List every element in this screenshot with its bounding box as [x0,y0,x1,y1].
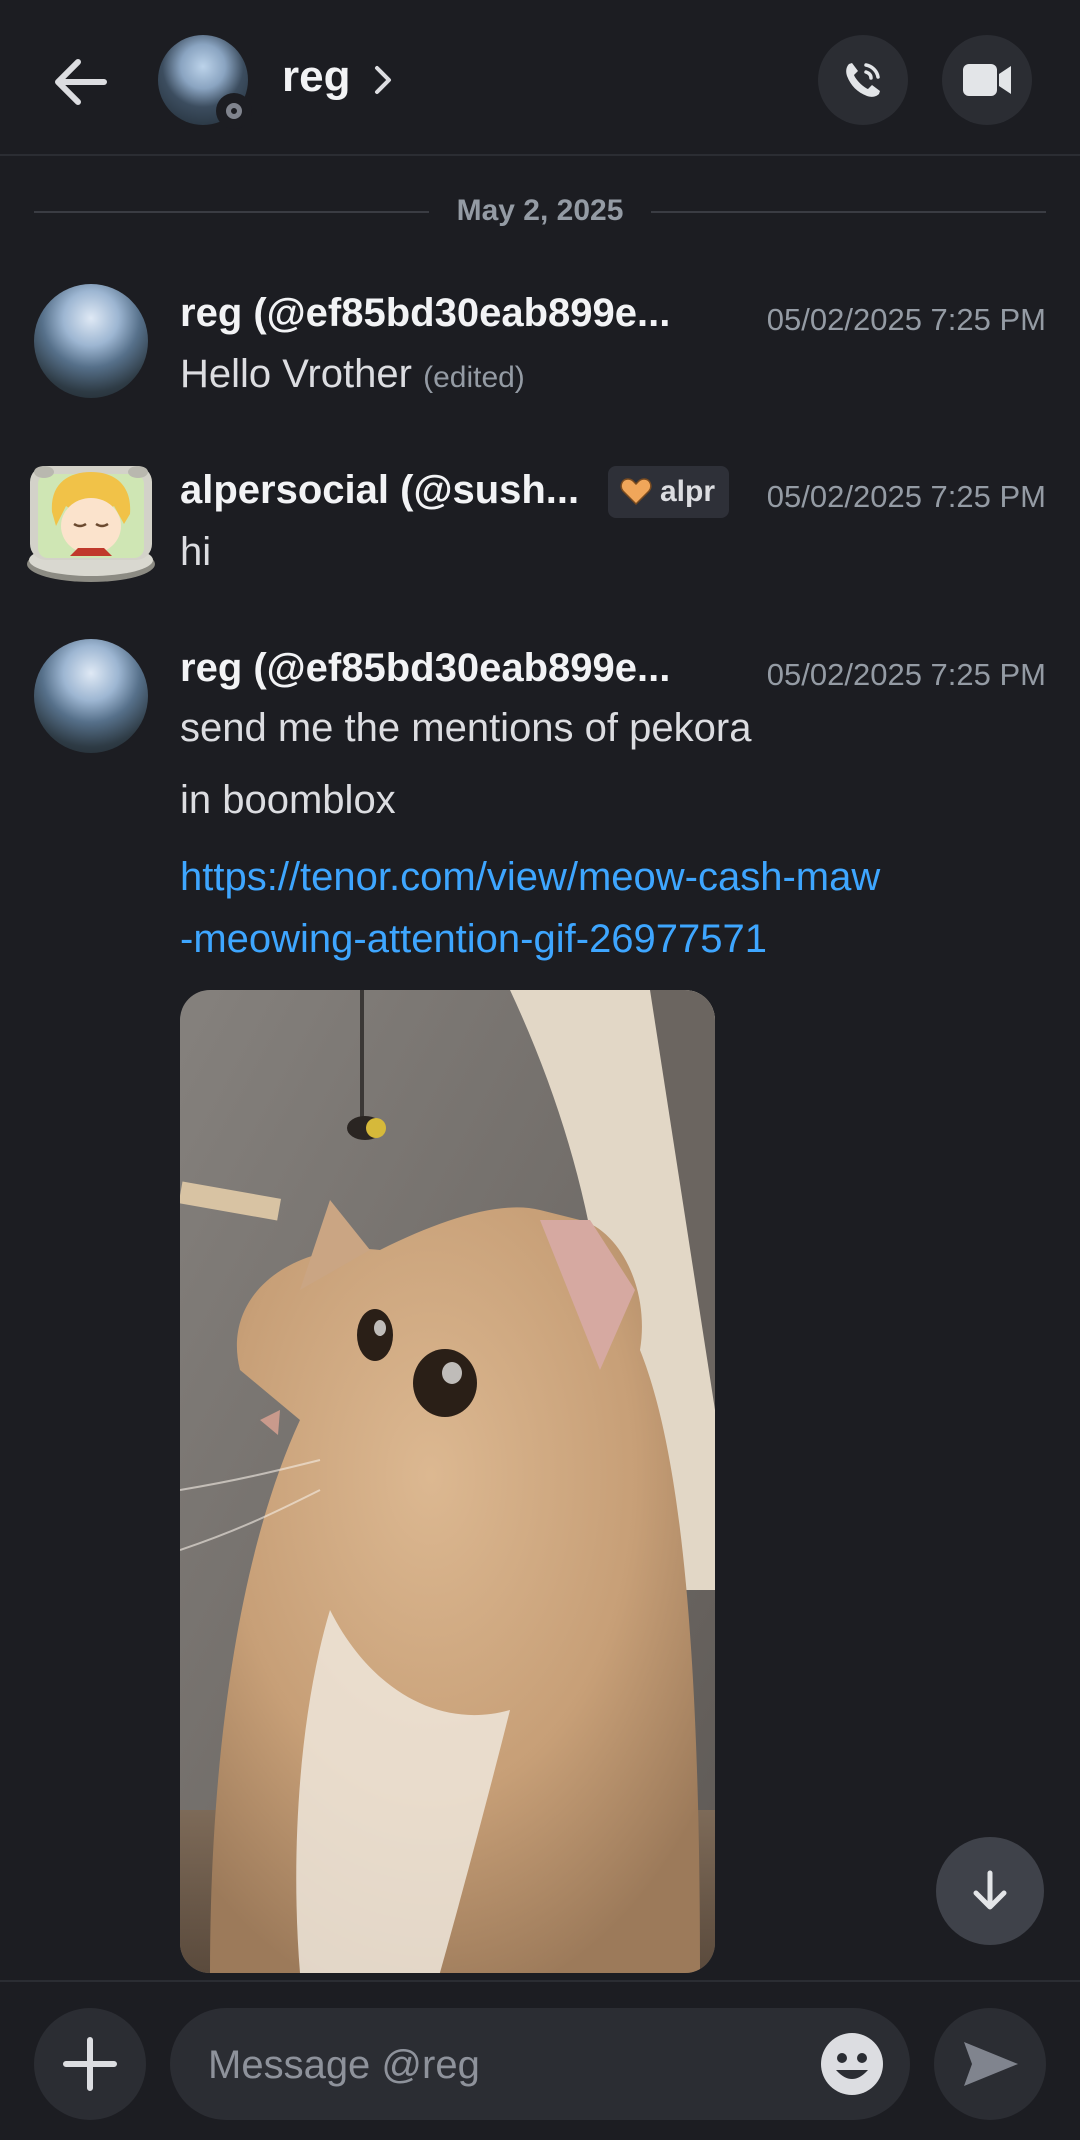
message-input[interactable] [206,2036,750,2094]
chevron-right-icon[interactable] [372,60,396,100]
cat-gif-embed[interactable] [180,990,715,1973]
video-camera-icon [963,64,1011,96]
message-timestamp: 05/02/2025 7:25 PM [766,479,1046,514]
send-button[interactable] [934,2008,1046,2120]
voice-call-button[interactable] [818,35,908,125]
message-timestamp: 05/02/2025 7:25 PM [766,302,1046,337]
message-line: Hello Vrother [180,352,412,396]
recipient-name[interactable]: reg [282,52,350,102]
author-avatar[interactable] [24,452,158,586]
message-composer [0,1980,1080,2140]
edited-label: (edited) [423,361,525,394]
link-line[interactable]: https://tenor.com/view/meow-cash-maw [180,846,880,908]
message-text: send me the mentions of pekora [180,706,752,750]
heart-icon [620,478,652,506]
guild-tag-label: alpr [660,475,716,508]
plus-icon [63,2037,117,2091]
emoji-icon[interactable] [820,2032,884,2096]
guild-tag-badge[interactable]: alpr [608,466,730,518]
message-author[interactable]: reg (@ef85bd30eab899e... [180,646,670,691]
message-input-container [170,2008,910,2120]
author-avatar[interactable] [34,284,148,398]
chat-header: reg [0,0,1080,156]
offline-status-icon [216,93,252,129]
attach-button[interactable] [34,2008,146,2120]
message-author[interactable]: alpersocial (@sush... [180,468,579,513]
video-call-button[interactable] [942,35,1032,125]
phone-icon [846,63,880,97]
jump-to-present-button[interactable] [936,1837,1044,1945]
recipient-avatar[interactable] [158,35,252,129]
date-separator: May 2, 2025 [34,190,1046,234]
author-avatar[interactable] [34,639,148,753]
link-line[interactable]: -meowing-attention-gif-26977571 [180,908,880,970]
back-arrow-icon[interactable] [50,52,110,112]
message-text: Hello Vrother (edited) [180,352,525,397]
message-text: hi [180,530,212,574]
message-author[interactable]: reg (@ef85bd30eab899e... [180,291,670,336]
send-icon [964,2042,1018,2086]
message-timestamp: 05/02/2025 7:25 PM [766,657,1046,692]
message-text: in boomblox [180,778,396,822]
tenor-link[interactable]: https://tenor.com/view/meow-cash-maw -me… [180,846,880,970]
arrow-down-icon [973,1870,1007,1910]
